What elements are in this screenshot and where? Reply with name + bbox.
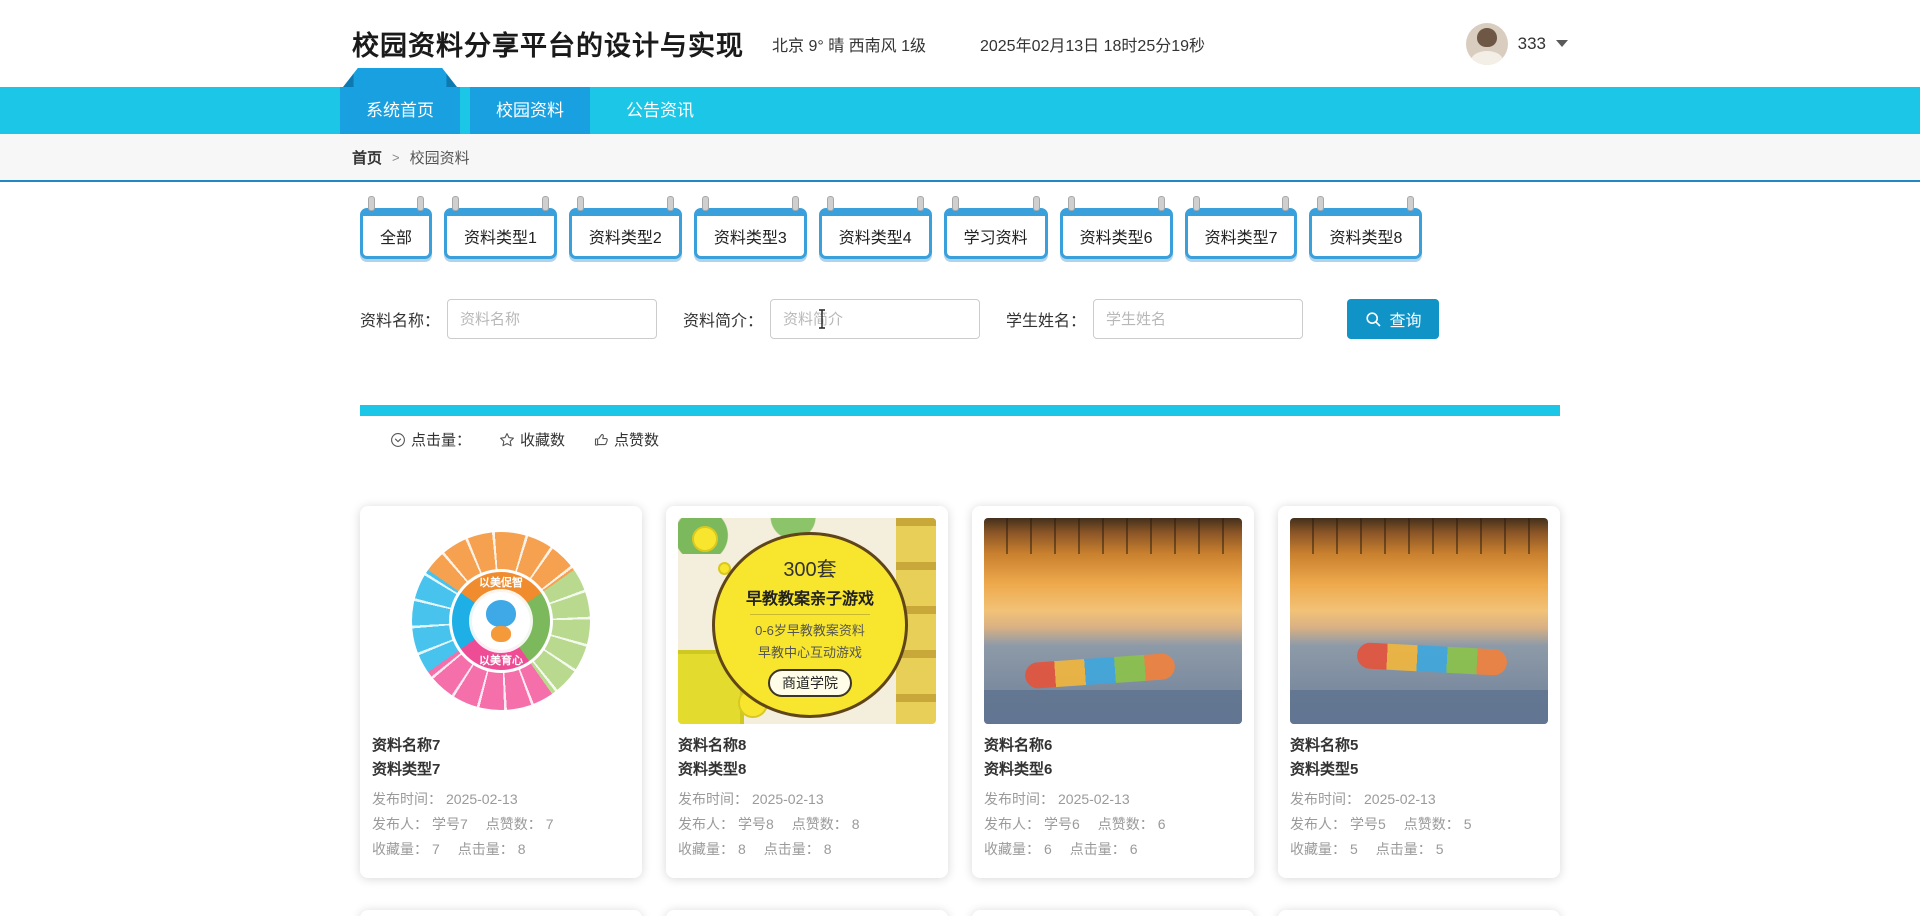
filter-type8-button[interactable]: 资料类型8 xyxy=(1309,196,1423,259)
material-card[interactable]: 八天拼节 xyxy=(360,910,642,916)
card-type: 资料类型7 xyxy=(372,761,441,778)
clicks-circle-icon xyxy=(391,432,405,447)
card-grid-row2: 八天拼节 八天拼节 xyxy=(360,910,1560,916)
breadcrumb-current: 校园资料 xyxy=(409,149,470,167)
student-name-input[interactable] xyxy=(1093,299,1304,339)
poster-circle: 300套 早教教案亲子游戏 0-6岁早教教案资料 早教中心互动游戏 商道学院 xyxy=(712,532,908,718)
sort-clicks-label: 点击量： xyxy=(411,432,472,449)
sort-bar: 点击量： 收藏数 点赞数 xyxy=(360,416,1560,462)
material-card[interactable]: 300套 早教教案亲子游戏 0-6岁早教教案资料 早教中心互动游戏 商道学院 资… xyxy=(666,506,948,878)
card-meta: 发布时间： 2025-02-13 发布人： 学号7 点赞数： 7 收藏量： 7 点击量： 8 xyxy=(372,791,554,857)
card-image-classroom xyxy=(1290,518,1548,724)
card-meta: 发布时间： 2025-02-13 发布人： 学号5 点赞数： 5 收藏量： 5 点击量： 5 xyxy=(1290,791,1472,857)
card-image-wheel: 以美促智 以美育心 xyxy=(372,518,630,724)
mascot-icon xyxy=(483,600,519,642)
material-intro-input[interactable] xyxy=(770,299,981,339)
thumbs-up-icon xyxy=(594,433,608,446)
wheel-bottom-label: 以美育心 xyxy=(479,655,523,667)
breadcrumb-separator: > xyxy=(392,149,400,165)
material-card[interactable]: 八天拼节 xyxy=(972,910,1254,916)
material-name-label: 资料名称： xyxy=(360,313,441,330)
weather-info: 北京 9° 晴 西南风 1级 xyxy=(772,37,926,55)
card-meta: 发布时间： 2025-02-13 发布人： 学号8 点赞数： 8 收藏量： 8 点击量： 8 xyxy=(678,791,860,857)
card-meta: 发布时间： 2025-02-13 发布人： 学号6 点赞数： 6 收藏量： 6 点击量： 6 xyxy=(984,791,1166,857)
card-image-poster: 300套 早教教案亲子游戏 0-6岁早教教案资料 早教中心互动游戏 商道学院 xyxy=(678,518,936,724)
card-name: 资料名称5 xyxy=(1290,737,1359,754)
datetime-clock: 2025年02月13日 18时25分19秒 xyxy=(979,37,1206,55)
wheel-top-label: 以美促智 xyxy=(479,577,523,589)
filter-type1-button[interactable]: 资料类型1 xyxy=(444,196,557,259)
search-icon xyxy=(1365,311,1381,327)
breadcrumb: 首页 > 校园资料 xyxy=(352,134,1568,180)
poster-badge: 商道学院 xyxy=(768,669,852,697)
material-card[interactable] xyxy=(666,910,948,916)
material-name-input[interactable] xyxy=(447,299,658,339)
sort-by-favorites[interactable]: 收藏数 xyxy=(499,429,565,450)
card-grid-row1: 以美促智 以美育心 资料名称7 资料类型7 发布时间： 2025-02-13 发布… xyxy=(360,506,1560,878)
filter-type5-button[interactable]: 学习资料 xyxy=(943,196,1048,259)
card-image-classroom xyxy=(984,518,1242,724)
filter-type7-button[interactable]: 资料类型7 xyxy=(1184,196,1298,259)
sort-likes-label: 点赞数 xyxy=(614,432,660,449)
card-name: 资料名称6 xyxy=(984,737,1053,754)
nav-tab-materials[interactable]: 校园资料 xyxy=(470,87,590,134)
material-card[interactable]: 资料名称6 资料类型6 发布时间： 2025-02-13 发布人： 学号6 点赞数： 6… xyxy=(972,506,1254,878)
filter-type4-button[interactable]: 资料类型4 xyxy=(818,196,932,259)
site-title: 校园资料分享平台的设计与实现 xyxy=(352,31,744,61)
material-card[interactable] xyxy=(1278,910,1560,916)
student-name-label: 学生姓名： xyxy=(1006,313,1087,330)
main-nav: 系统首页 校园资料 公告资讯 xyxy=(0,87,1920,134)
filter-type2-button[interactable]: 资料类型2 xyxy=(568,196,682,259)
material-card[interactable]: 以美促智 以美育心 资料名称7 资料类型7 发布时间： 2025-02-13 发布… xyxy=(360,506,642,878)
star-icon xyxy=(500,432,514,446)
card-type: 资料类型6 xyxy=(984,761,1053,778)
nav-tab-home[interactable]: 系统首页 xyxy=(340,87,460,134)
username-label: 333 xyxy=(1517,33,1546,53)
breadcrumb-home-link[interactable]: 首页 xyxy=(352,147,382,168)
sort-by-likes[interactable]: 点赞数 xyxy=(593,429,659,450)
search-form: 资料名称： 资料简介： 学生姓名： 查询 xyxy=(360,299,1560,339)
card-name: 资料名称8 xyxy=(678,737,747,754)
breadcrumb-band: 首页 > 校园资料 xyxy=(0,134,1920,182)
user-avatar[interactable] xyxy=(1465,22,1508,65)
wheel-graphic: 以美促智 以美育心 xyxy=(412,532,590,710)
top-header: 校园资料分享平台的设计与实现 北京 9° 晴 西南风 1级 2025年02月13… xyxy=(0,0,1920,87)
filter-all-button[interactable]: 全部 xyxy=(360,196,433,259)
card-type: 资料类型5 xyxy=(1290,761,1359,778)
card-name: 资料名称7 xyxy=(372,737,441,754)
material-card[interactable]: 资料名称5 资料类型5 发布时间： 2025-02-13 发布人： 学号5 点赞数： 5… xyxy=(1278,506,1560,878)
filter-type3-button[interactable]: 资料类型3 xyxy=(693,196,807,259)
card-type: 资料类型8 xyxy=(678,761,747,778)
filter-type6-button[interactable]: 资料类型6 xyxy=(1059,196,1173,259)
nav-tab-news[interactable]: 公告资讯 xyxy=(600,87,720,134)
query-button-label: 查询 xyxy=(1389,313,1422,330)
chevron-down-icon xyxy=(1556,40,1568,47)
user-menu[interactable]: 333 xyxy=(1465,22,1568,65)
sort-favorites-label: 收藏数 xyxy=(520,432,566,449)
filter-tag-row: 全部 资料类型1 资料类型2 资料类型3 资料类型4 学习资料 资料类型6 资料… xyxy=(360,196,1560,259)
query-button[interactable]: 查询 xyxy=(1347,299,1440,339)
sort-by-clicks[interactable]: 点击量： xyxy=(390,429,471,450)
section-divider-bar xyxy=(360,405,1560,416)
material-intro-label: 资料简介： xyxy=(683,313,764,330)
